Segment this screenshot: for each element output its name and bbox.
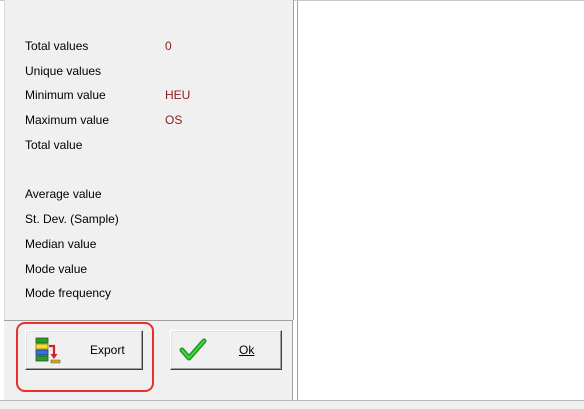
ok-button[interactable]: Ok bbox=[170, 330, 282, 370]
ok-button-label: Ok bbox=[239, 343, 254, 357]
stat-row-median-value: Median value bbox=[25, 232, 285, 257]
ok-button-label-text: Ok bbox=[239, 343, 255, 357]
stat-value: 0 bbox=[165, 39, 172, 53]
stat-label: Mode value bbox=[25, 261, 88, 276]
stat-row-st-dev: St. Dev. (Sample) bbox=[25, 207, 285, 232]
statistics-panel: Total values 0 Unique values Minimum val… bbox=[4, 0, 294, 320]
stat-label: St. Dev. (Sample) bbox=[25, 212, 119, 227]
green-checkmark-icon bbox=[179, 336, 207, 364]
stat-row-maximum-value: Maximum value OS bbox=[25, 108, 285, 133]
stat-label: Unique values bbox=[25, 63, 102, 78]
stat-label: Median value bbox=[25, 236, 97, 251]
stat-value: OS bbox=[165, 113, 183, 128]
stat-row-mode-value: Mode value bbox=[25, 257, 285, 282]
stat-row-total-values: Total values 0 bbox=[25, 34, 285, 59]
stat-label: Mode frequency bbox=[25, 286, 112, 301]
statistics-dialog: Total values 0 Unique values Minimum val… bbox=[0, 0, 584, 409]
bottom-status-strip bbox=[0, 400, 584, 409]
stat-value: HEU bbox=[165, 88, 191, 103]
export-button[interactable]: Export bbox=[25, 330, 143, 370]
stat-label: Minimum value bbox=[25, 88, 106, 103]
stat-label: Total values bbox=[25, 39, 89, 53]
export-table-icon bbox=[34, 336, 62, 364]
stat-row-total-value: Total value bbox=[25, 133, 285, 158]
export-button-label: Export bbox=[90, 343, 125, 357]
stat-label: Maximum value bbox=[25, 113, 110, 128]
stat-label: Average value bbox=[25, 187, 102, 202]
stat-row-average-value: Average value bbox=[25, 182, 285, 207]
stat-row-unique-values: Unique values bbox=[25, 59, 285, 84]
statistics-list: Total values 0 Unique values Minimum val… bbox=[25, 34, 285, 306]
stat-label: Total value bbox=[25, 137, 83, 152]
stat-row-minimum-value: Minimum value HEU bbox=[25, 83, 285, 108]
blank-content-area bbox=[297, 1, 584, 400]
stat-row-mode-frequency: Mode frequency bbox=[25, 281, 285, 306]
